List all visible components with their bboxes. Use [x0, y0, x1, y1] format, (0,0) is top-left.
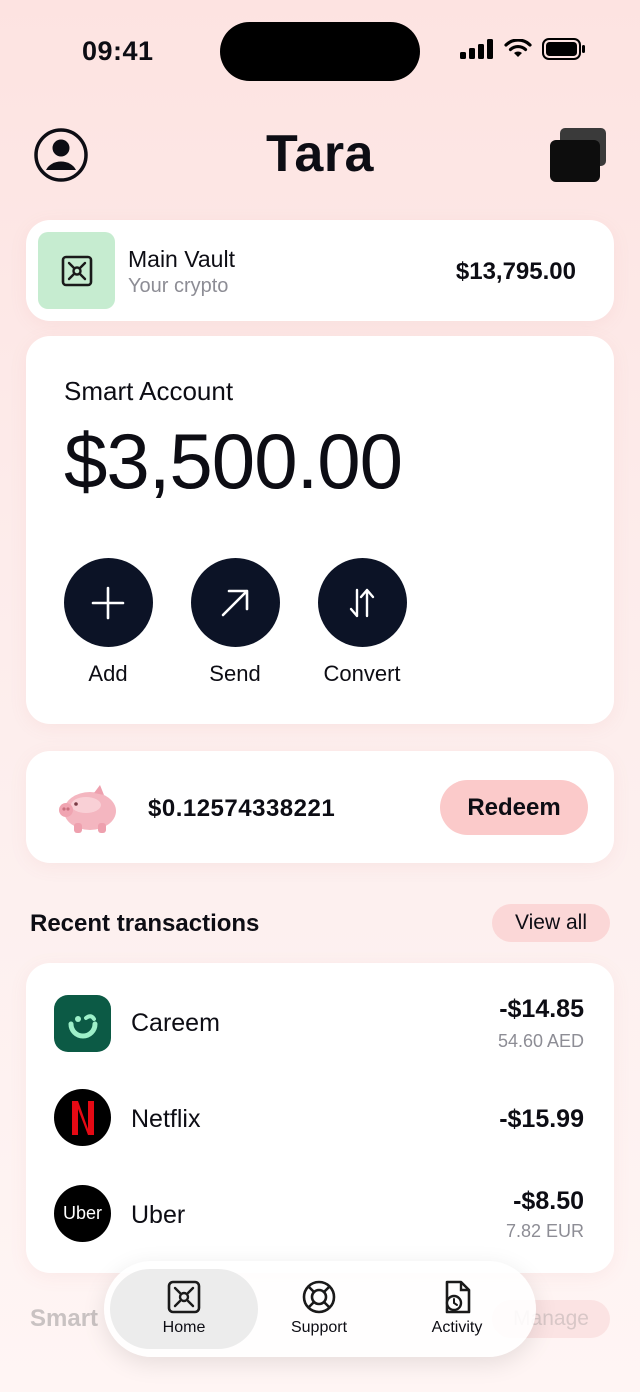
view-all-button[interactable]: View all: [492, 904, 610, 942]
smart-account-label: Smart Account: [64, 376, 234, 406]
transaction-original-amount: 54.60 AED: [497, 1031, 584, 1051]
send-circle[interactable]: [190, 558, 280, 647]
transaction-row-netflix[interactable]: Netflix -$15.99: [26, 1073, 614, 1163]
transaction-row-careem[interactable]: Careem -$14.85 54.60 AED: [26, 977, 614, 1067]
recent-transactions-title: Recent transactions: [30, 910, 260, 937]
convert-circle[interactable]: [317, 558, 407, 647]
document-clock-icon: [445, 1280, 471, 1314]
convert-label: Convert: [323, 661, 401, 686]
transaction-amount: -$14.85: [499, 995, 584, 1023]
tab-activity-label: Activity: [431, 1319, 483, 1336]
tab-support[interactable]: Support: [254, 1269, 384, 1349]
lifebuoy-icon: [302, 1280, 336, 1314]
piggy-bank-icon: [59, 785, 116, 833]
plus-icon: [91, 586, 125, 619]
cards-icon: [550, 128, 606, 182]
transaction-merchant: Careem: [131, 1009, 220, 1037]
vault-icon: [38, 232, 115, 309]
vault-name: Main Vault: [128, 246, 235, 272]
redeem-button[interactable]: Redeem: [440, 780, 588, 835]
transaction-row-uber[interactable]: Uber Uber -$8.50 7.82 EUR: [26, 1169, 614, 1259]
vault-subtitle: Your crypto: [128, 275, 229, 297]
send-button[interactable]: Send: [175, 558, 295, 687]
tab-activity[interactable]: Activity: [392, 1269, 522, 1349]
transaction-merchant: Uber: [131, 1201, 186, 1229]
page-title: Tara: [266, 125, 374, 183]
dynamic-island: [220, 22, 420, 81]
status-time: 09:41: [82, 36, 154, 66]
tab-support-label: Support: [290, 1319, 348, 1336]
vault-amount: $13,795.00: [455, 258, 576, 285]
transaction-amount: -$8.50: [513, 1187, 584, 1215]
transactions-list: Careem -$14.85 54.60 AED Netflix -$15.99…: [26, 963, 614, 1273]
tab-bar: Home Support Activity: [104, 1261, 536, 1357]
battery-icon: [542, 38, 585, 60]
send-label: Send: [209, 661, 261, 686]
arrow-up-right-icon: [221, 589, 249, 616]
wifi-icon: [504, 39, 532, 57]
add-circle[interactable]: [63, 558, 153, 647]
netflix-logo-icon: [54, 1089, 111, 1146]
savings-amount: $0.12574338221: [148, 795, 336, 822]
cards-button[interactable]: [548, 126, 610, 184]
header: Tara: [0, 120, 640, 190]
transaction-amount: -$15.99: [499, 1105, 584, 1133]
vault-icon: [167, 1280, 201, 1314]
status-icons: [460, 38, 586, 60]
signal-icon: [460, 39, 493, 59]
transaction-original-amount: 7.82 EUR: [505, 1221, 584, 1241]
smart-account-balance: $3,500.00: [64, 417, 403, 505]
uber-logo-icon: Uber: [54, 1185, 111, 1242]
careem-logo-icon: [54, 995, 111, 1052]
transaction-merchant: Netflix: [131, 1105, 201, 1133]
tab-home-label: Home: [162, 1319, 206, 1336]
tab-home[interactable]: Home: [110, 1269, 258, 1349]
smart-account-card: Smart Account $3,500.00 Add Send Convert: [26, 336, 614, 724]
next-section-title: Smart: [30, 1305, 99, 1332]
swap-arrows-icon: [349, 588, 375, 617]
convert-button[interactable]: Convert: [302, 558, 422, 687]
vault-card[interactable]: Main Vault Your crypto $13,795.00: [26, 220, 614, 321]
status-bar: 09:41: [0, 0, 640, 100]
add-button[interactable]: Add: [48, 558, 168, 687]
savings-card: $0.12574338221 Redeem: [26, 751, 614, 863]
add-label: Add: [88, 661, 128, 686]
